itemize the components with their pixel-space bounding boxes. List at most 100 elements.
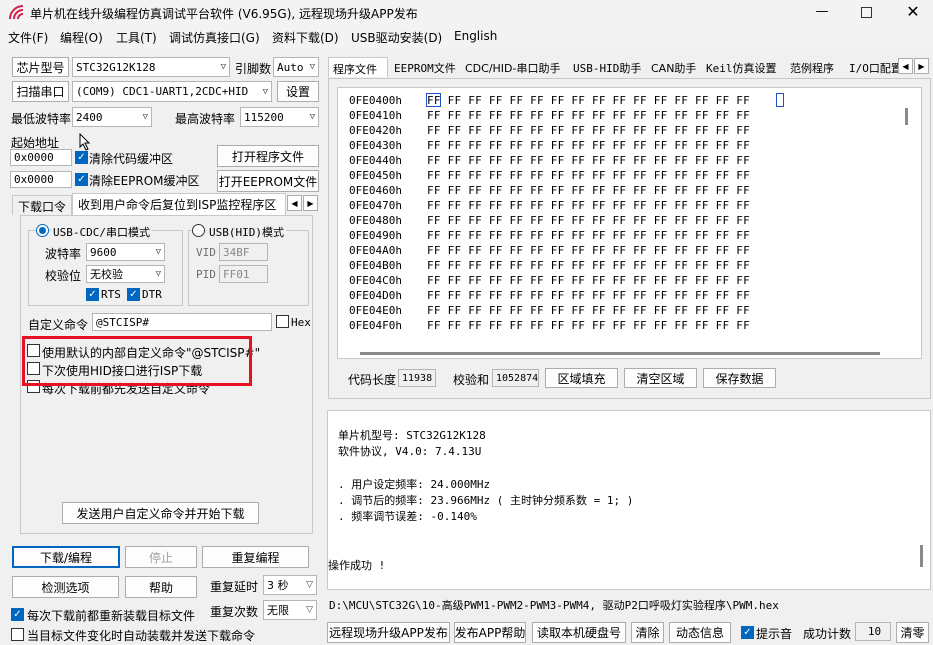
tab-io-config[interactable]: I/O口配置	[845, 57, 906, 77]
log-line: . 频率调节误差: -0.140%	[338, 509, 477, 523]
hex-address: 0FE0430h	[349, 139, 402, 152]
parity-select[interactable]: 无校验 ▽	[86, 265, 165, 283]
menu-debug[interactable]: 调试仿真接口(G)	[169, 29, 260, 46]
usb-cdc-radio[interactable]	[36, 224, 49, 237]
open-eeprom-file-button[interactable]: 打开EEPROM文件	[217, 170, 319, 192]
tab-cdc-hid-serial[interactable]: CDC/HID-串口助手	[461, 57, 565, 77]
close-icon[interactable]: ✕	[903, 2, 923, 22]
vid-value: 34BF	[223, 245, 250, 259]
tab-keil[interactable]: Keil仿真设置	[702, 57, 781, 77]
hex-checkbox[interactable]	[276, 315, 289, 328]
min-baud-value: 2400	[76, 110, 103, 124]
beep-label: 提示音	[756, 627, 793, 641]
publish-help-button[interactable]: 发布APP帮助	[454, 622, 526, 643]
auto-reload-checkbox[interactable]	[11, 628, 24, 641]
code-address-input[interactable]: 0x0000	[10, 149, 72, 166]
vid-input[interactable]: 34BF	[219, 243, 268, 261]
read-hdd-button[interactable]: 读取本机硬盘号	[532, 622, 626, 643]
repeat-program-button[interactable]: 重复编程	[202, 546, 309, 568]
max-baud-select[interactable]: 115200 ▽	[240, 107, 319, 127]
success-count-value: 10	[867, 625, 882, 638]
port-select[interactable]: (COM9) CDC1-UART1,2CDC+HID ▽	[72, 81, 272, 102]
download-program-button[interactable]: 下载/编程	[12, 546, 120, 568]
save-data-button[interactable]: 保存数据	[703, 368, 776, 388]
right-tab-left-icon[interactable]: ◀	[898, 58, 913, 74]
settings-button[interactable]: 设置	[277, 81, 319, 102]
menu-downloads[interactable]: 资料下载(D)	[272, 29, 339, 46]
fill-area-button[interactable]: 区域填充	[545, 368, 618, 388]
hex-address: 0FE04A0h	[349, 244, 402, 257]
help-button[interactable]: 帮助	[125, 576, 197, 598]
menu-file[interactable]: 文件(F)	[8, 29, 48, 46]
hex-vscroll-thumb[interactable]	[905, 108, 908, 125]
beep-checkbox[interactable]: ✓	[741, 626, 754, 639]
stop-button[interactable]: 停止	[125, 546, 197, 568]
code-length-value: 11938	[402, 372, 433, 384]
baud-select[interactable]: 9600 ▽	[86, 243, 165, 261]
menu-tools[interactable]: 工具(T)	[116, 29, 157, 46]
dynamic-info-button[interactable]: 动态信息	[669, 622, 731, 643]
clear-code-checkbox[interactable]: ✓	[75, 151, 88, 164]
reset-count-button[interactable]: 清零	[896, 622, 929, 643]
hex-address: 0FE0490h	[349, 229, 402, 242]
menu-program[interactable]: 编程(O)	[60, 29, 103, 46]
chip-model-button[interactable]: 芯片型号	[12, 57, 69, 77]
clear-button[interactable]: 清除	[631, 622, 664, 643]
hex-data: FF FF FF FF FF FF FF FF FF FF FF FF FF F…	[427, 184, 751, 197]
log-text: 单片机型号: STC32G12K128 软件协议, V4.0: 7.4.13U . …	[328, 428, 908, 588]
menu-usb-driver[interactable]: USB驱动安装(D)	[351, 29, 442, 46]
dtr-checkbox[interactable]: ✓	[127, 288, 140, 301]
reload-checkbox[interactable]: ✓	[11, 608, 24, 621]
parity-label: 校验位	[45, 269, 82, 283]
tab-usb-hid[interactable]: USB-HID助手	[569, 57, 645, 77]
hex-data: FF FF FF FF FF FF FF FF FF FF FF FF FF F…	[427, 289, 751, 302]
tab-can[interactable]: CAN助手	[647, 57, 700, 77]
rts-checkbox[interactable]: ✓	[86, 288, 99, 301]
right-tab-strip: 程序文件 EEPROM文件 CDC/HID-串口助手 USB-HID助手 CAN…	[328, 57, 931, 78]
hex-data: FF FF FF FF FF FF FF FF FF FF FF FF FF F…	[427, 169, 751, 182]
tab-scroll-left-icon[interactable]: ◀	[287, 195, 302, 211]
maximize-icon[interactable]	[858, 4, 876, 22]
clear-area-button[interactable]: 清空区域	[624, 368, 697, 388]
chip-model-value: STC32G12K128	[76, 60, 156, 74]
hex-address: 0FE0410h	[349, 109, 402, 122]
hex-data: FF FF FF FF FF FF FF FF FF FF FF FF FF F…	[427, 244, 751, 257]
min-baud-label: 最低波特率	[11, 112, 72, 126]
menu-english[interactable]: English	[454, 29, 497, 43]
custom-command-label: 自定义命令	[28, 318, 89, 332]
tab-scroll-right-icon[interactable]: ▶	[303, 195, 318, 211]
chevron-down-icon: ▽	[262, 86, 268, 97]
custom-command-input[interactable]: @STCISP#	[92, 313, 272, 331]
chip-model-select[interactable]: STC32G12K128 ▽	[72, 57, 230, 77]
clear-eeprom-checkbox[interactable]: ✓	[75, 173, 88, 186]
repeat-count-select[interactable]: 无限 ▽	[263, 600, 317, 620]
pin-count-value: Auto	[277, 60, 304, 74]
eeprom-address-input[interactable]: 0x0000	[10, 171, 72, 188]
log-vscroll-thumb[interactable]	[920, 545, 923, 567]
check-options-button[interactable]: 检测选项	[12, 576, 119, 598]
hex-address: 0FE0400h	[349, 94, 402, 107]
tab-examples[interactable]: 范例程序	[786, 57, 838, 77]
code-length-input: 11938	[398, 369, 436, 387]
minimize-icon[interactable]: —	[812, 4, 832, 22]
checksum-value: 1052874	[496, 372, 539, 384]
hex-address: 0FE0480h	[349, 214, 402, 227]
vid-label: VID	[196, 246, 216, 259]
open-program-file-button[interactable]: 打开程序文件	[217, 145, 319, 167]
right-tab-right-icon[interactable]: ▶	[914, 58, 929, 74]
usb-hid-radio[interactable]	[192, 224, 205, 237]
checksum-label: 校验和	[453, 373, 490, 387]
send-command-download-button[interactable]: 发送用户自定义命令并开始下载	[62, 502, 259, 524]
repeat-delay-select[interactable]: 3 秒 ▽	[263, 575, 317, 595]
repeat-count-value: 无限	[267, 604, 289, 617]
pin-count-select[interactable]: Auto ▽	[273, 57, 319, 77]
tab-program-file[interactable]: 程序文件	[328, 57, 388, 77]
scan-port-button[interactable]: 扫描串口	[12, 81, 69, 102]
tab-eeprom-file[interactable]: EEPROM文件	[390, 57, 460, 77]
usb-hid-label: USB(HID)模式	[207, 224, 286, 240]
min-baud-select[interactable]: 2400 ▽	[72, 107, 152, 127]
hex-view[interactable]: 0FE0400h FF FF FF FF FF FF FF FF FF FF FF…	[337, 87, 922, 359]
hex-hscroll-thumb[interactable]	[360, 352, 880, 355]
remote-upgrade-button[interactable]: 远程现场升级APP发布	[327, 622, 450, 643]
pid-input[interactable]: FF01	[219, 265, 268, 283]
